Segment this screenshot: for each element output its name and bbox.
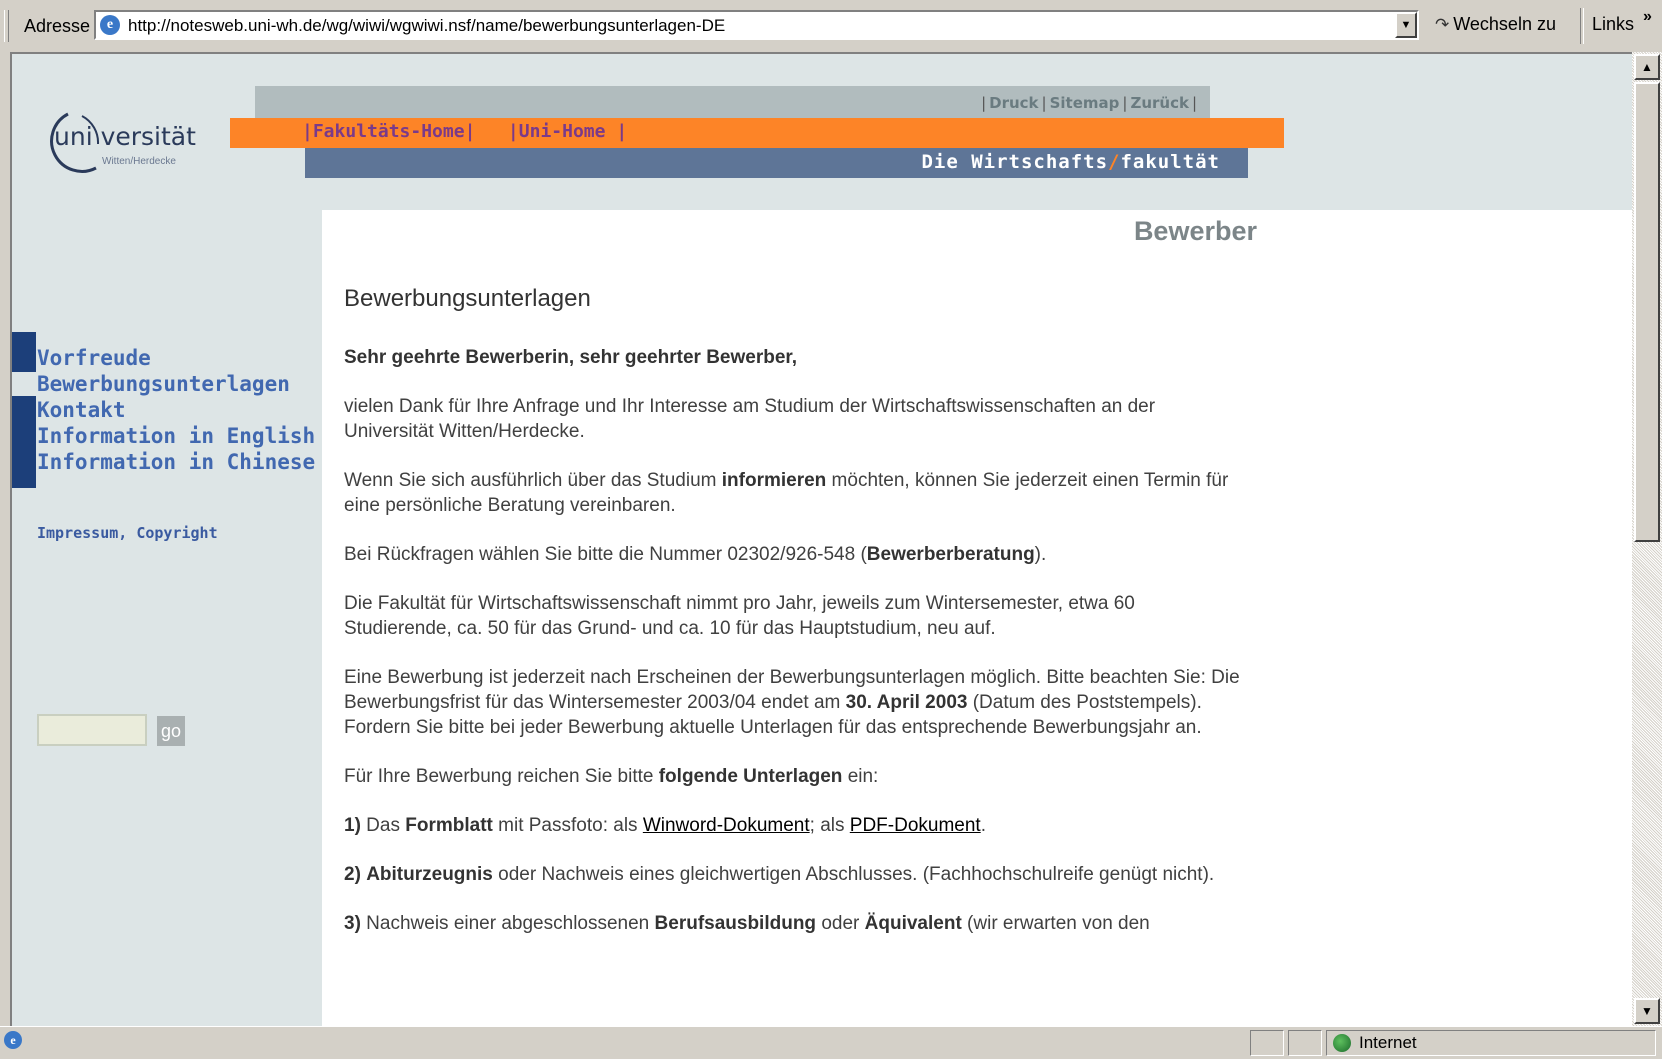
scroll-down-button[interactable]: ▼: [1634, 998, 1660, 1024]
search-input[interactable]: [37, 714, 147, 746]
paragraph-contact: Bei Rückfragen wählen Sie bitte die Numm…: [344, 544, 1047, 565]
section-title: Bewerber: [1133, 216, 1257, 246]
paragraph-info: Wenn Sie sich ausführlich über das Studi…: [344, 470, 1229, 516]
main-nav-bar: |Fakultäts-Home| |Uni-Home |: [230, 118, 1284, 148]
go-button[interactable]: go: [157, 716, 185, 746]
sidebar-item-vorfreude[interactable]: Vorfreude: [37, 346, 151, 370]
goto-arrow-icon: ↷: [1435, 15, 1450, 34]
faculty-home-link[interactable]: Fakultäts-Home: [313, 121, 465, 142]
nav-marker: [12, 396, 36, 488]
back-link[interactable]: Zurück: [1130, 94, 1189, 112]
sidebar-item-english[interactable]: Information in English: [37, 424, 315, 448]
status-cell: [1250, 1030, 1284, 1056]
links-button[interactable]: Links: [1592, 14, 1634, 35]
main-nav-links: |Fakultäts-Home| |Uni-Home |: [302, 121, 628, 142]
goto-button[interactable]: ↷ Wechseln zu: [1435, 14, 1556, 35]
security-zone: Internet: [1326, 1030, 1656, 1056]
paragraph-documents: Für Ihre Bewerbung reichen Sie bitte fol…: [344, 766, 879, 787]
address-field[interactable]: e http://notesweb.uni-wh.de/wg/wiwi/wgwi…: [94, 10, 1419, 40]
toolbar-grip[interactable]: [4, 10, 9, 42]
winword-document-link[interactable]: Winword-Dokument: [643, 815, 810, 836]
logo-subtitle: Witten/Herdecke: [102, 156, 176, 167]
list-item: 3) Nachweis einer abgeschlossenen Berufs…: [344, 913, 1150, 934]
faculty-banner: Die Wirtschafts/fakultät: [305, 148, 1248, 178]
pdf-document-link[interactable]: PDF-Dokument: [850, 815, 981, 836]
nav-marker: [12, 332, 36, 372]
toolbar-separator: [1580, 8, 1584, 44]
page-status-icon: e: [4, 1031, 22, 1049]
impressum-link[interactable]: Impressum, Copyright: [37, 524, 218, 542]
address-label: Adresse: [24, 16, 91, 36]
print-link[interactable]: Druck: [989, 94, 1038, 112]
greeting: Sehr geehrte Bewerberin, sehr geehrter B…: [344, 347, 798, 368]
address-toolbar: Adresse e http://notesweb.uni-wh.de/wg/w…: [0, 0, 1662, 52]
list-item: 1) Das Formblatt mit Passfoto: als Winwo…: [344, 815, 986, 836]
uni-home-link[interactable]: Uni-Home: [519, 121, 606, 142]
paragraph-intro: vielen Dank für Ihre Anfrage und Ihr Int…: [344, 396, 1156, 442]
article: Bewerbungsunterlagen Sehr geehrte Bewerb…: [344, 286, 1244, 960]
utility-bar: | Druck | Sitemap | Zurück |: [255, 86, 1210, 118]
page-viewport: uni versität Witten/Herdecke | Druck | Site…: [10, 52, 1632, 1026]
sidebar-item-kontakt[interactable]: Kontakt: [37, 398, 126, 422]
sidebar-item-chinese[interactable]: Information in Chinese: [37, 450, 315, 474]
utility-links: | Druck | Sitemap | Zurück |: [981, 94, 1197, 112]
scroll-up-button[interactable]: ▲: [1634, 54, 1660, 80]
links-chevron-icon[interactable]: »: [1643, 8, 1652, 26]
sidebar-item-bewerbungsunterlagen[interactable]: Bewerbungsunterlagen: [37, 372, 290, 396]
status-bar: e Internet: [0, 1026, 1662, 1059]
list-item: 2) Abiturzeugnis oder Nachweis eines gle…: [344, 864, 1215, 885]
vertical-scrollbar[interactable]: ▲ ▼: [1632, 52, 1662, 1026]
page-icon: e: [100, 15, 120, 35]
goto-label: Wechseln zu: [1453, 14, 1556, 34]
zone-label: Internet: [1359, 1033, 1417, 1052]
scrollbar-thumb[interactable]: [1634, 82, 1660, 542]
sitemap-link[interactable]: Sitemap: [1050, 94, 1120, 112]
university-logo[interactable]: uni versität Witten/Herdecke: [38, 104, 218, 184]
faculty-title: Die Wirtschafts/fakultät: [921, 151, 1220, 173]
address-url[interactable]: http://notesweb.uni-wh.de/wg/wiwi/wgwiwi…: [128, 16, 725, 36]
paragraph-intake: Die Fakultät für Wirtschaftswissenschaft…: [344, 593, 1135, 639]
status-cell: [1288, 1030, 1322, 1056]
logo-text: uni versität: [54, 122, 196, 151]
paragraph-deadline: Eine Bewerbung ist jederzeit nach Ersche…: [344, 667, 1240, 738]
page-title: Bewerbungsunterlagen: [344, 285, 591, 312]
main-content: Bewerber Bewerbungsunterlagen Sehr geehr…: [322, 210, 1632, 1026]
globe-icon: [1333, 1034, 1351, 1052]
address-dropdown-button[interactable]: ▼: [1395, 12, 1417, 38]
